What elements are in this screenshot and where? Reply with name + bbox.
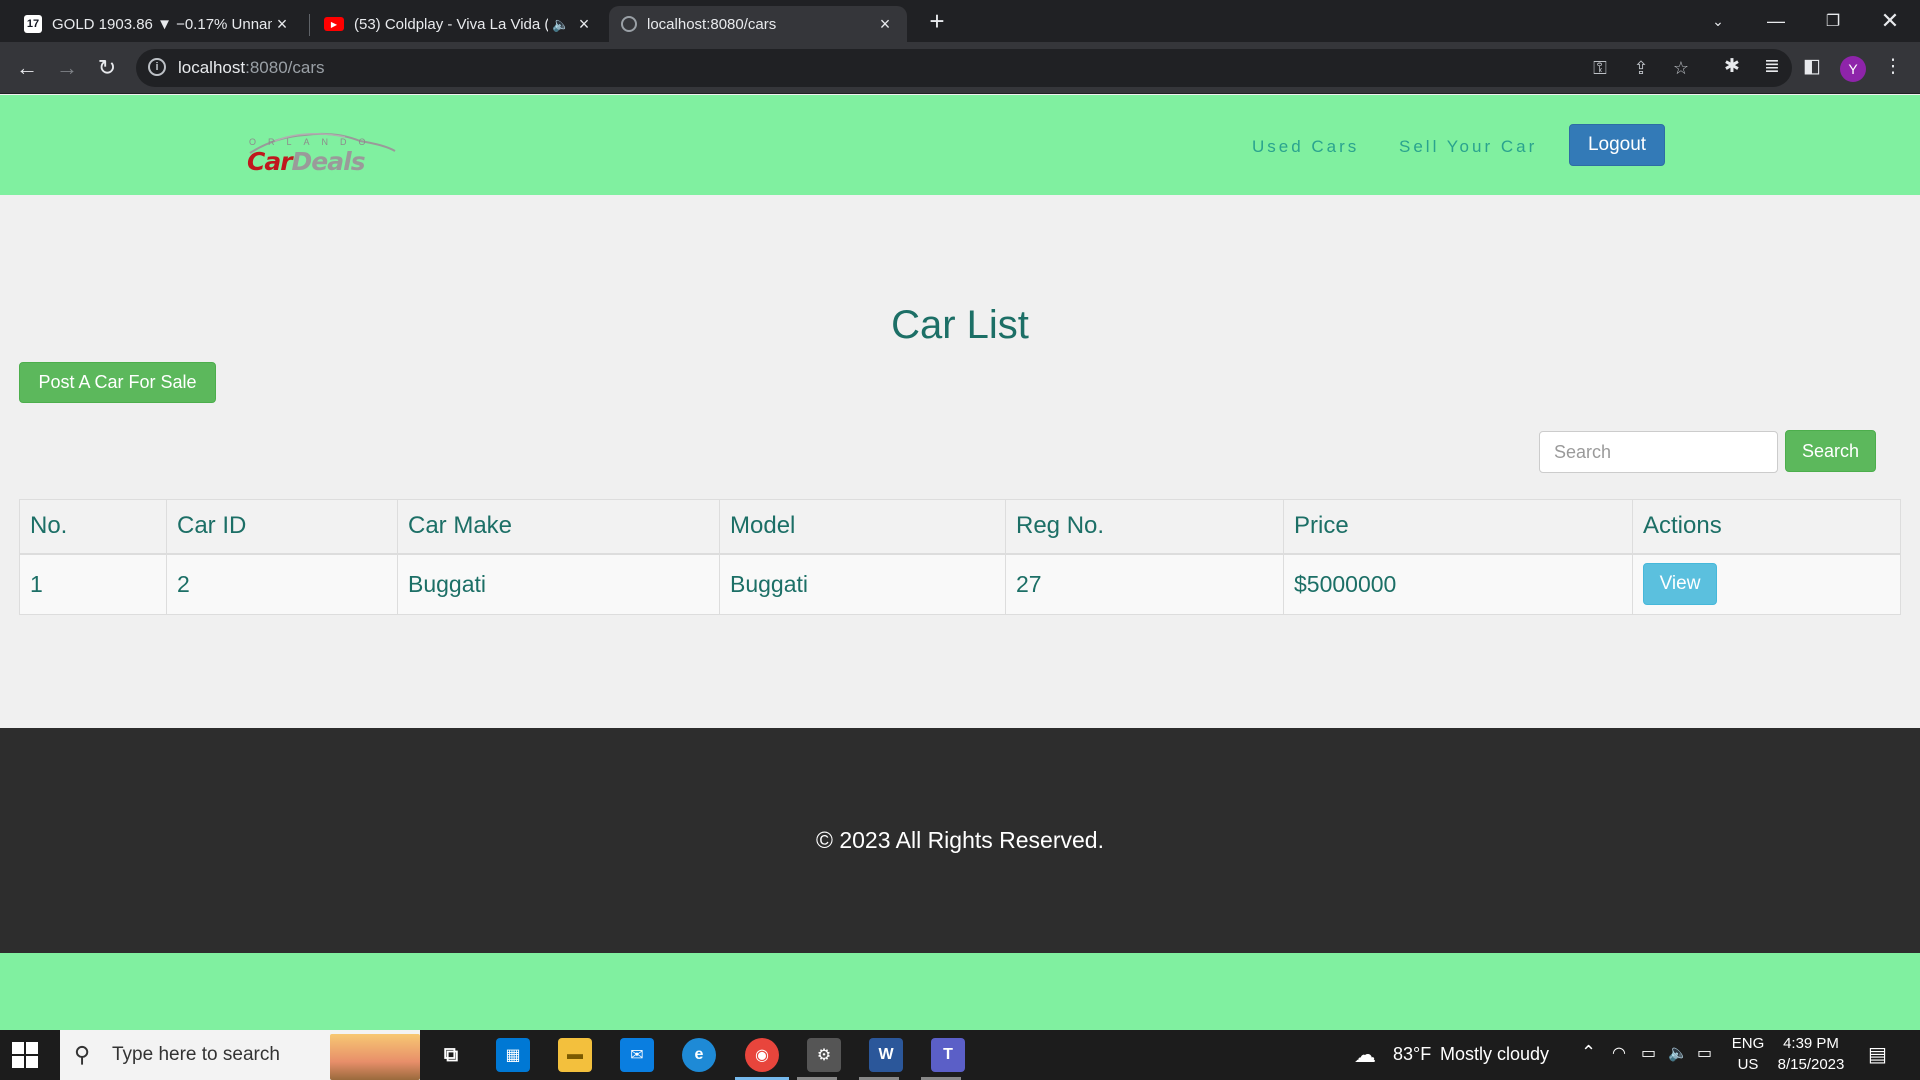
- back-icon[interactable]: ←: [11, 52, 43, 84]
- address-bar[interactable]: i localhost:8080/cars ⚿ ⇪ ☆: [136, 49, 1792, 87]
- cloud-icon[interactable]: ☁: [1354, 1042, 1376, 1068]
- speaker-icon[interactable]: 🔈: [548, 16, 574, 33]
- close-icon[interactable]: ×: [574, 14, 594, 35]
- weather-temp[interactable]: 83°F: [1393, 1044, 1431, 1065]
- chevron-up-icon[interactable]: ⌃: [1581, 1042, 1596, 1063]
- nav-used-cars[interactable]: Used Cars: [1252, 137, 1359, 157]
- browser-tab-strip: 17 GOLD 1903.86 ▼ −0.17% Unnamed × ▶ (53…: [0, 0, 1920, 42]
- edge-icon[interactable]: e: [682, 1038, 716, 1072]
- site-logo[interactable]: ORLANDO CarDeals: [245, 125, 400, 185]
- taskbar-search-placeholder: Type here to search: [112, 1044, 280, 1065]
- view-button[interactable]: View: [1643, 563, 1717, 606]
- side-panel-icon[interactable]: ◧: [1799, 55, 1825, 78]
- meet-now-icon[interactable]: ▭: [1641, 1043, 1656, 1063]
- browser-tab-cars[interactable]: localhost:8080/cars ×: [609, 6, 907, 42]
- media-queue-icon[interactable]: ≣: [1759, 55, 1785, 78]
- page-title: Car List: [891, 303, 1029, 347]
- battery-icon[interactable]: ▭: [1697, 1043, 1712, 1063]
- column-header: Car Make: [397, 499, 720, 555]
- volume-icon[interactable]: 🔈: [1668, 1043, 1688, 1063]
- logo-deals: Deals: [291, 147, 366, 176]
- forward-icon[interactable]: →: [51, 52, 83, 84]
- tab-separator: [309, 14, 310, 36]
- tab-title: (53) Coldplay - Viva La Vida (: [354, 15, 548, 33]
- youtube-icon: ▶: [324, 17, 344, 31]
- browser-tab-gold[interactable]: 17 GOLD 1903.86 ▼ −0.17% Unnamed ×: [12, 6, 304, 42]
- chrome-icon[interactable]: ◉: [745, 1038, 779, 1072]
- restore-icon[interactable]: ❐: [1805, 0, 1861, 42]
- column-header: Model: [719, 499, 1006, 555]
- table-row: 1 2 Buggati Buggati 27 $5000000 View: [19, 553, 1901, 615]
- column-header: Actions: [1632, 499, 1901, 555]
- minimize-icon[interactable]: —: [1748, 0, 1804, 42]
- url-host: localhost: [178, 58, 246, 77]
- cell-actions: View: [1632, 553, 1901, 615]
- table-header-row: No. Car ID Car Make Model Reg No. Price …: [19, 499, 1901, 555]
- file-explorer-icon[interactable]: ▬: [558, 1038, 592, 1072]
- column-header: Reg No.: [1005, 499, 1284, 555]
- teams-icon[interactable]: T: [931, 1038, 965, 1072]
- task-view-icon[interactable]: ⧉: [434, 1038, 468, 1072]
- car-table: No. Car ID Car Make Model Reg No. Price …: [19, 499, 1901, 615]
- search-button[interactable]: Search: [1785, 430, 1876, 472]
- logo-car: Car: [247, 147, 293, 176]
- cell-no: 1: [19, 553, 167, 615]
- key-icon[interactable]: ⚿: [1589, 58, 1611, 79]
- settings-gear-icon[interactable]: ⚙: [807, 1038, 841, 1072]
- close-icon[interactable]: ×: [875, 14, 895, 35]
- clock-date[interactable]: 8/15/2023: [1771, 1056, 1851, 1073]
- reload-icon[interactable]: ↻: [91, 52, 123, 84]
- window-close-icon[interactable]: ✕: [1862, 0, 1918, 42]
- cell-car-id: 2: [166, 553, 398, 615]
- browser-tab-youtube[interactable]: ▶ (53) Coldplay - Viva La Vida ( 🔈 ×: [312, 6, 606, 42]
- bookmark-star-icon[interactable]: ☆: [1670, 58, 1692, 79]
- network-icon[interactable]: ◠: [1612, 1043, 1626, 1063]
- globe-icon: [621, 16, 637, 32]
- cell-model: Buggati: [719, 553, 1006, 615]
- nav-sell-your-car[interactable]: Sell Your Car: [1399, 137, 1537, 157]
- windows-start-icon[interactable]: [12, 1042, 38, 1068]
- cell-make: Buggati: [397, 553, 720, 615]
- search-input[interactable]: [1539, 431, 1778, 473]
- site-info-icon[interactable]: i: [148, 58, 166, 76]
- search-highlight-image: [330, 1034, 420, 1080]
- logo-text: CarDeals: [247, 147, 366, 176]
- column-header: Price: [1283, 499, 1633, 555]
- column-header: Car ID: [166, 499, 398, 555]
- cell-reg-no: 27: [1005, 553, 1284, 615]
- extensions-icon[interactable]: ✱: [1719, 55, 1745, 78]
- microsoft-store-icon[interactable]: ▦: [496, 1038, 530, 1072]
- logout-button[interactable]: Logout: [1569, 124, 1665, 166]
- site-footer: © 2023 All Rights Reserved.: [0, 728, 1920, 953]
- tab-title: GOLD 1903.86 ▼ −0.17% Unnamed: [52, 15, 272, 33]
- url-path: :8080/cars: [245, 58, 325, 77]
- page-bottom-band: [0, 953, 1920, 1030]
- cell-price: $5000000: [1283, 553, 1633, 615]
- address-url: localhost:8080/cars: [178, 58, 325, 78]
- share-icon[interactable]: ⇪: [1630, 58, 1652, 79]
- profile-avatar[interactable]: Y: [1840, 56, 1866, 82]
- site-header: ORLANDO CarDeals Used Cars Sell Your Car…: [0, 95, 1920, 195]
- weather-desc[interactable]: Mostly cloudy: [1440, 1044, 1549, 1065]
- logo-orlando: ORLANDO: [249, 137, 378, 147]
- search-icon: ⚲: [74, 1042, 91, 1067]
- new-tab-button[interactable]: +: [923, 8, 951, 36]
- tradingview-icon: 17: [24, 15, 42, 33]
- word-icon[interactable]: W: [869, 1038, 903, 1072]
- taskbar-search-box[interactable]: ⚲ Type here to search: [60, 1030, 420, 1080]
- notifications-icon[interactable]: ▤: [1868, 1042, 1887, 1067]
- post-car-button[interactable]: Post A Car For Sale: [19, 362, 216, 403]
- tab-search-icon[interactable]: ⌄: [1690, 0, 1746, 42]
- mail-icon[interactable]: ✉: [620, 1038, 654, 1072]
- copyright-text: © 2023 All Rights Reserved.: [816, 827, 1104, 853]
- input-language[interactable]: ENG: [1728, 1035, 1768, 1052]
- input-region[interactable]: US: [1728, 1056, 1768, 1073]
- windows-taskbar: ⚲ Type here to search ⧉ ▦ ▬ ✉ e ◉ ⚙ W T …: [0, 1030, 1920, 1080]
- tab-title: localhost:8080/cars: [647, 15, 777, 33]
- close-icon[interactable]: ×: [272, 14, 292, 35]
- browser-toolbar: ← → ↻ i localhost:8080/cars ⚿ ⇪ ☆ ✱ ≣ ◧ …: [0, 42, 1920, 94]
- clock-time[interactable]: 4:39 PM: [1776, 1035, 1846, 1052]
- column-header: No.: [19, 499, 167, 555]
- menu-kebab-icon[interactable]: ⋮: [1880, 55, 1906, 78]
